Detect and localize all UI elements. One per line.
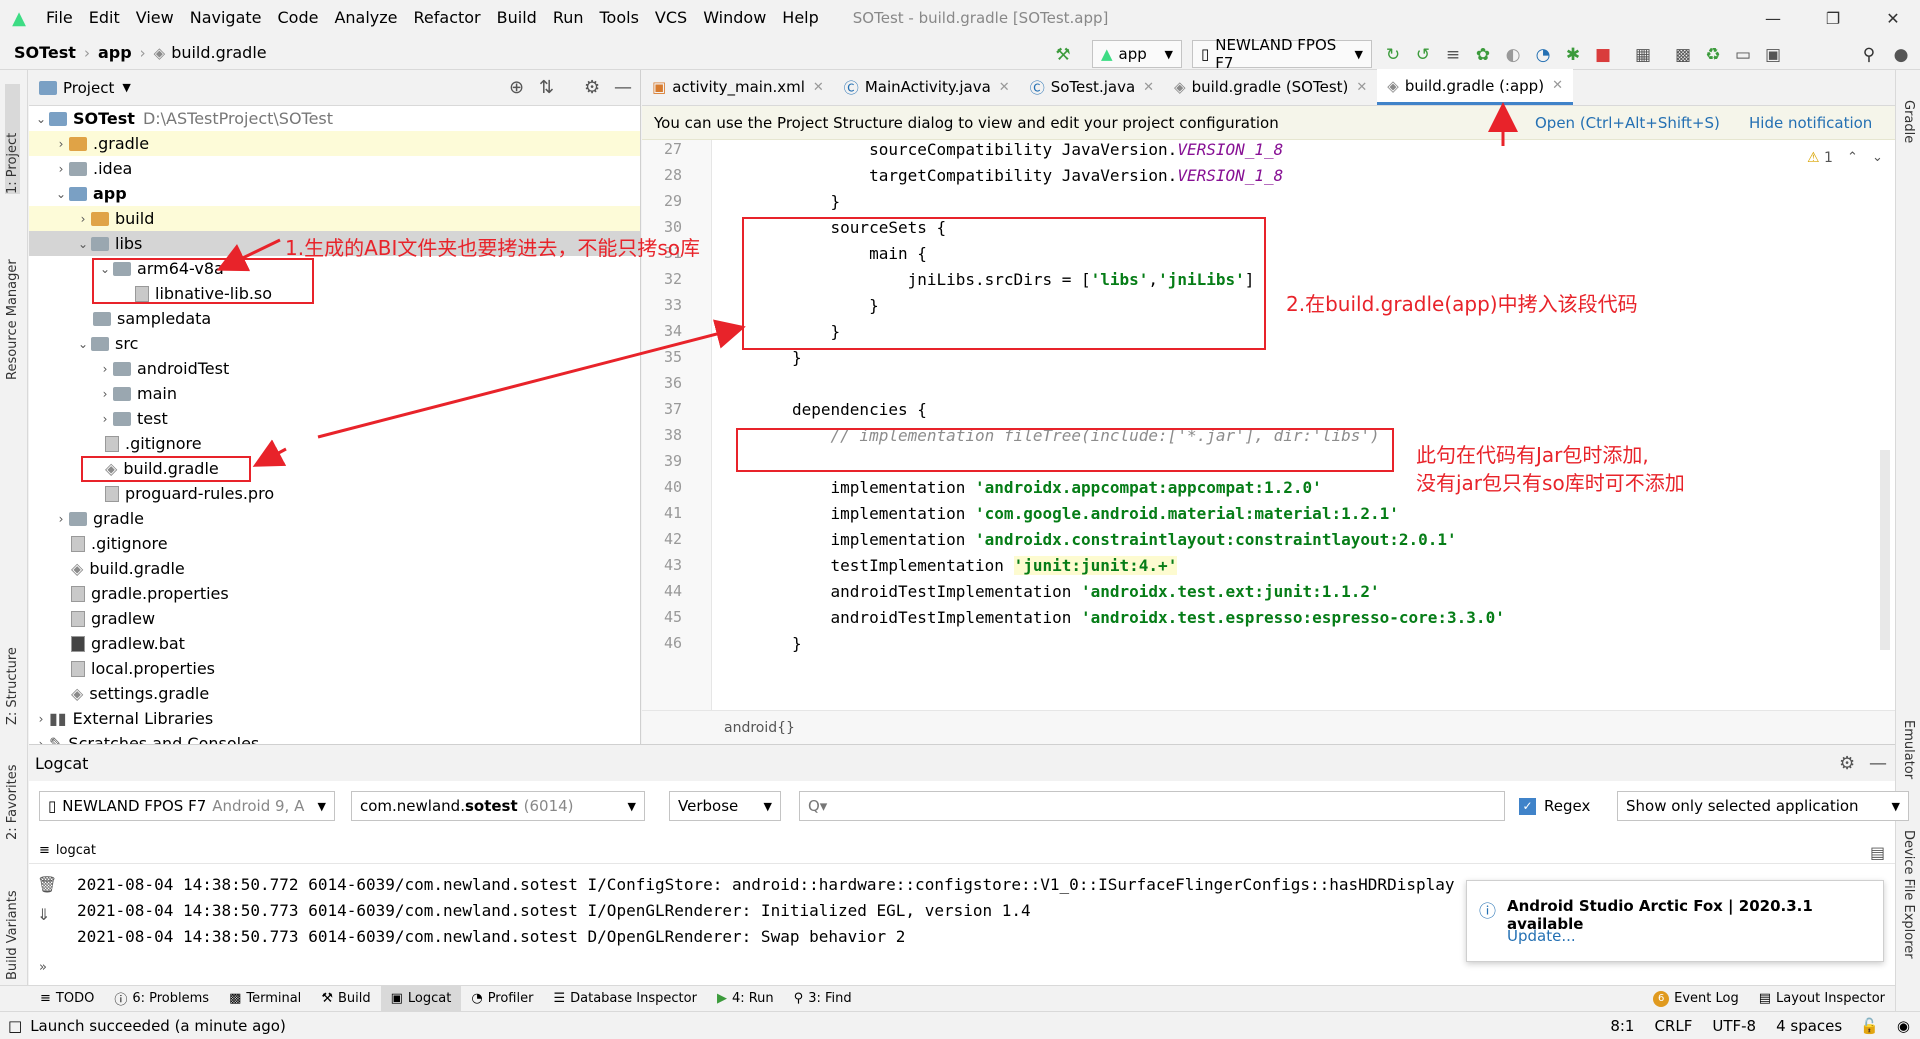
logcat-filter-select[interactable]: Show only selected application ▼ bbox=[1617, 791, 1909, 821]
list-icon: ≡ bbox=[39, 843, 50, 858]
line-separator[interactable]: CRLF bbox=[1644, 1017, 1702, 1035]
tab-label: 6: Problems bbox=[132, 991, 210, 1006]
process-name-bold: sotest bbox=[464, 797, 518, 815]
info-icon: ⓘ bbox=[1479, 902, 1496, 922]
tab-layout-inspector[interactable]: ▤ Layout Inspector bbox=[1749, 986, 1895, 1012]
logcat-process-select[interactable]: com.newland. sotest (6014) ▼ bbox=[351, 791, 645, 821]
event-count-badge: 6 bbox=[1653, 990, 1670, 1007]
indent-setting[interactable]: 4 spaces bbox=[1766, 1017, 1852, 1035]
tab-label: Terminal bbox=[246, 991, 302, 1006]
terminal-icon: ▩ bbox=[229, 991, 242, 1006]
gear-icon[interactable]: ⚙ bbox=[1839, 753, 1855, 774]
logcat-header: Logcat ⚙ — bbox=[29, 745, 1895, 781]
run-icon: ▶ bbox=[716, 991, 727, 1006]
logcat-device-name: NEWLAND FPOS F7 bbox=[62, 797, 207, 815]
chevron-down-icon: ▼ bbox=[763, 799, 772, 813]
tab-profiler[interactable]: ◔ Profiler bbox=[461, 986, 543, 1012]
logcat-device-select[interactable]: ▯ NEWLAND FPOS F7 Android 9, A ▼ bbox=[39, 791, 335, 821]
list-icon: ≡ bbox=[40, 991, 51, 1006]
logcat-title: Logcat bbox=[35, 753, 89, 773]
search-icon: ⚲ bbox=[793, 991, 804, 1006]
layout-icon[interactable]: ▤ bbox=[1870, 843, 1885, 862]
tab-label: TODO bbox=[55, 991, 95, 1006]
tab-label: Profiler bbox=[487, 991, 534, 1006]
bottom-tool-bar: ≡ TODO ⓘ 6: Problems ▩ Terminal ⚒ Build ▣ Log… bbox=[0, 985, 1895, 1012]
search-placeholder: Q▾ bbox=[808, 797, 828, 815]
more-icon[interactable]: » bbox=[39, 960, 47, 975]
logcat-filter-label: Show only selected application bbox=[1626, 797, 1859, 815]
regex-checkbox[interactable]: ✓ Regex bbox=[1519, 797, 1590, 815]
logcat-subtab-label: logcat bbox=[55, 843, 96, 858]
tab-label: Logcat bbox=[407, 991, 452, 1006]
profiler-icon: ◔ bbox=[471, 991, 483, 1006]
database-icon: ☰ bbox=[553, 991, 566, 1006]
tab-problems[interactable]: ⓘ 6: Problems bbox=[104, 986, 219, 1012]
chevron-down-icon: ▼ bbox=[317, 799, 326, 813]
update-notification: ⓘ Android Studio Arctic Fox | 2020.3.1 a… bbox=[1466, 880, 1884, 962]
tab-label: 3: Find bbox=[808, 991, 852, 1006]
status-square-icon[interactable]: □ bbox=[8, 1017, 22, 1035]
logcat-icon: ▣ bbox=[390, 991, 403, 1006]
trash-icon[interactable]: 🗑 bbox=[37, 875, 57, 894]
tab-event-log[interactable]: 6 Event Log bbox=[1643, 986, 1749, 1012]
hide-panel-icon[interactable]: — bbox=[1869, 753, 1887, 774]
log-output[interactable]: 2021-08-04 14:38:50.772 6014-6039/com.ne… bbox=[77, 865, 1477, 985]
logcat-device-detail: Android 9, A bbox=[212, 797, 305, 815]
memory-indicator-icon[interactable]: ◉ bbox=[1887, 1017, 1920, 1035]
chevron-down-icon: ▼ bbox=[627, 799, 636, 813]
status-bar: □ Launch succeeded (a minute ago) 8:1 CR… bbox=[0, 1011, 1920, 1039]
tab-build[interactable]: ⚒ Build bbox=[311, 986, 380, 1012]
log-level-label: Verbose bbox=[678, 797, 739, 815]
logcat-divider bbox=[29, 863, 1895, 864]
tab-label: Database Inspector bbox=[570, 991, 697, 1006]
layout-inspector-icon: ▤ bbox=[1758, 991, 1772, 1006]
status-message: Launch succeeded (a minute ago) bbox=[30, 1016, 286, 1035]
logcat-subtab[interactable]: ≡ logcat bbox=[39, 843, 96, 858]
phone-icon: ▯ bbox=[48, 797, 57, 815]
arrow-to-build-gradle bbox=[252, 439, 287, 467]
tab-label: Build bbox=[337, 991, 371, 1006]
tab-run[interactable]: ▶ 4: Run bbox=[707, 986, 784, 1012]
tab-label: Event Log bbox=[1674, 991, 1739, 1006]
scroll-to-end-icon[interactable]: ⇓ bbox=[37, 905, 50, 924]
checkbox-checked-icon: ✓ bbox=[1519, 797, 1536, 815]
tab-logcat[interactable]: ▣ Logcat bbox=[380, 985, 462, 1012]
logcat-search-input[interactable]: Q▾ bbox=[799, 791, 1505, 821]
process-pid: (6014) bbox=[523, 797, 574, 815]
arrow-to-abi-folder bbox=[216, 238, 281, 272]
tab-todo[interactable]: ≡ TODO bbox=[30, 986, 104, 1012]
lock-icon[interactable]: 🔓 bbox=[1852, 1017, 1887, 1035]
log-line: 2021-08-04 14:38:50.772 6014-6039/com.ne… bbox=[77, 875, 1477, 894]
regex-label: Regex bbox=[1544, 797, 1591, 815]
hammer-icon: ⚒ bbox=[321, 991, 333, 1006]
tab-terminal[interactable]: ▩ Terminal bbox=[219, 986, 311, 1012]
caret-position[interactable]: 8:1 bbox=[1600, 1017, 1644, 1035]
arrow-to-sourcesets bbox=[317, 319, 746, 439]
log-level-select[interactable]: Verbose ▼ bbox=[669, 791, 781, 821]
tab-find[interactable]: ⚲ 3: Find bbox=[784, 986, 862, 1012]
log-line: 2021-08-04 14:38:50.773 6014-6039/com.ne… bbox=[77, 901, 1031, 920]
problems-icon: ⓘ bbox=[114, 993, 128, 1008]
tab-label: 4: Run bbox=[731, 991, 774, 1006]
chevron-down-icon: ▼ bbox=[1891, 799, 1900, 813]
tab-database-inspector[interactable]: ☰ Database Inspector bbox=[543, 986, 706, 1012]
log-line: 2021-08-04 14:38:50.773 6014-6039/com.ne… bbox=[77, 927, 906, 946]
file-encoding[interactable]: UTF-8 bbox=[1702, 1017, 1766, 1035]
process-name: com.newland. bbox=[360, 797, 465, 815]
update-link[interactable]: Update... bbox=[1507, 927, 1576, 945]
tab-label: Layout Inspector bbox=[1776, 991, 1885, 1006]
